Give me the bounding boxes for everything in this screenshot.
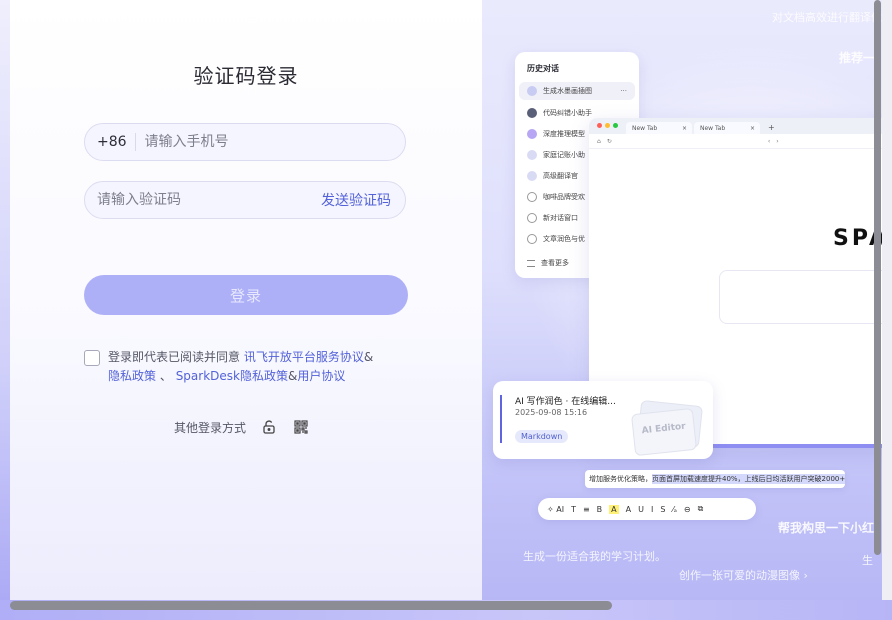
snippet-text: 增加服务优化策略， [589,475,652,483]
maximize-dot-icon [613,123,618,128]
promo-panel: 对文档高效进行翻译优化 推荐一 历史对话 生成水墨画插图 ··· 代码纠错小助手… [482,0,882,600]
minimize-dot-icon [605,123,610,128]
sparkdesk-privacy-link[interactable]: SparkDesk隐私政策 [176,369,288,383]
home-icon: ⌂ [597,137,601,145]
phone-input[interactable] [135,133,405,151]
close-dot-icon [597,123,602,128]
editor-accent-bar [500,395,502,443]
history-item-label: 新对话窗口 [543,214,578,222]
close-icon: × [749,124,755,132]
chat-bubble-icon [527,234,537,244]
history-item-icon [527,108,537,118]
history-item[interactable]: 生成水墨画插图 ··· [519,82,635,100]
close-icon: × [681,124,687,132]
vertical-scrollbar-track[interactable] [882,0,892,600]
qrcode-icon[interactable] [292,418,310,436]
unlock-icon[interactable] [260,418,278,436]
link-icon: ⊖ [683,504,691,514]
refresh-icon: ↻ [606,137,612,145]
forward-icon: › [776,137,779,145]
send-code-button[interactable]: 发送验证码 [321,190,405,210]
browser-search-box [719,270,882,324]
history-item-icon [527,129,537,139]
more-icon[interactable]: ··· [620,87,627,95]
align-icon: ≡ [582,504,590,514]
new-tab-icon: + [768,123,775,132]
other-login-label: 其他登录方式 [174,420,247,435]
floating-prompt-anime: 创作一张可爱的动漫图像 › [679,569,808,582]
agreement-row: 登录即代表已阅读并同意 讯飞开放平台服务协议& 隐私政策 、 SparkDesk… [84,348,414,386]
agreement-amp-1: & [363,350,374,364]
editor-title: AI 写作润色 · 在线编辑... [515,397,616,407]
stack-card: AI Editor [630,407,698,457]
floating-prompt-brainstorm: 帮我构思一下小红 [778,521,875,535]
italic-icon: I [651,504,654,514]
text-icon: T [571,504,576,514]
history-item-icon [527,150,537,160]
history-item-icon [527,171,537,181]
history-item-label: 代码纠错小助手 [543,109,592,117]
ai-editor-stack: AI Editor [630,399,704,457]
login-title: 验证码登录 [193,64,299,88]
chat-bubble-icon [527,192,537,202]
history-item-label: 文章润色与优 [543,235,585,243]
ai-editor-label: AI Editor [641,421,687,437]
snippet-highlight: 页面首屏加载速度提升40%，上线后日均活跃用户突破2000+ [652,474,845,484]
verification-code-field[interactable]: 发送验证码 [84,181,406,219]
other-login-methods: 其他登录方式 [174,418,310,436]
format-toolbar: ✧ AI T ≡ B A A U I S ⁄ₐ ⊖ ⧉ [538,498,756,520]
list-icon [527,259,535,267]
agreement-amp-2: & [287,369,298,383]
history-title: 历史对话 [527,64,559,73]
agreement-checkbox[interactable] [84,350,100,366]
history-item-label: 高级翻译官 [543,172,578,180]
strike-icon: S [660,504,666,514]
floating-prompt-recommend: 推荐一 [839,51,876,65]
phone-field[interactable]: +86 [84,123,406,161]
editor-card: AI 写作润色 · 在线编辑... 2025-09-08 15:16 Markd… [493,381,713,459]
agreement-prefix: 登录即代表已阅读并同意 [108,350,241,364]
browser-tab: New Tab × [626,122,692,134]
country-code-prefix[interactable]: +86 [85,133,136,151]
user-agreement-link[interactable]: 用户协议 [297,369,345,383]
history-item-icon [527,86,537,96]
selected-text-snippet: 增加服务优化策略， 页面首屏加载速度提升40%，上线后日均活跃用户突破2000+ [585,470,845,488]
history-item-label: 深度推理模型 [543,130,585,138]
font-color-icon: A [625,504,632,514]
bold-icon: B [596,504,603,514]
window-controls [597,123,618,128]
history-item-label: 生成水墨画插图 [543,87,592,95]
floating-prompt-study-plan: 生成一份适合我的学习计划。 [523,550,666,563]
verification-code-input[interactable] [85,191,321,209]
horizontal-scrollbar[interactable] [10,601,612,610]
copy-icon: ⧉ [697,504,704,513]
chat-bubble-icon [527,213,537,223]
floating-prompt-translate: 对文档高效进行翻译优化 [772,11,882,24]
highlight-icon: A [609,504,619,514]
privacy-policy-link[interactable]: 隐私政策 [108,369,156,383]
login-button[interactable]: 登录 [84,275,408,315]
agreement-separator: 、 [159,369,172,383]
window-frame-left [0,0,10,620]
history-item-label: 家庭记账小助 [543,151,585,159]
back-icon: ‹ [767,137,771,145]
vertical-scrollbar[interactable] [874,0,881,555]
service-agreement-link[interactable]: 讯飞开放平台服务协议 [244,350,364,364]
view-more-label: 查看更多 [541,259,569,267]
login-panel: 验证码登录 +86 发送验证码 登录 登录即代表已阅读并同意 讯飞开放平台服务协… [10,0,482,600]
browser-tab-label: New Tab [700,124,726,132]
history-item-label: 咖啡品牌受欢 [543,193,585,201]
editor-tag: Markdown [515,430,569,443]
browser-tab: New Tab × [694,122,760,134]
agreement-text: 登录即代表已阅读并同意 讯飞开放平台服务协议& 隐私政策 、 SparkDesk… [108,348,414,386]
clear-format-icon: ⁄ₐ [672,504,677,514]
floating-prompt-generate: 生 [862,554,873,567]
underline-icon: U [638,504,644,514]
browser-toolbar: ⌂ ↻ ‹ › [589,134,882,149]
ai-button: ✧ AI [547,504,565,514]
browser-tab-strip: New Tab × New Tab × + [589,118,882,134]
editor-date: 2025-09-08 15:16 [515,408,588,417]
browser-tab-label: New Tab [632,124,658,132]
